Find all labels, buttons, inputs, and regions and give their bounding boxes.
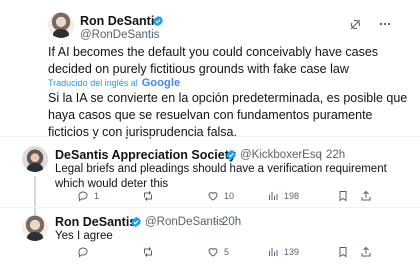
more-icon[interactable]: [377, 16, 393, 32]
tweet-text-original: If AI becomes the default you could conc…: [48, 45, 379, 76]
reply-text: Legal briefs and pleadings should have a…: [55, 163, 387, 190]
separator-dot: ·: [318, 149, 322, 161]
share-icon: [361, 246, 371, 257]
translation-note: Traducido del inglés al Google: [48, 77, 180, 89]
like-icon: [208, 192, 218, 201]
translation-label[interactable]: Traducido del inglés al: [48, 78, 138, 88]
repost-icon: [144, 191, 152, 201]
reply-icon: [78, 247, 88, 258]
like-count: 5: [224, 247, 230, 257]
share-button[interactable]: [360, 190, 372, 202]
share-button[interactable]: [360, 246, 372, 258]
reply-actions: 1 10 198: [55, 190, 395, 204]
bookmark-button[interactable]: [337, 190, 349, 202]
reply-timestamp[interactable]: 22h: [326, 149, 345, 161]
thread-line: [34, 176, 36, 218]
google-logo: Google: [141, 77, 181, 89]
views-count: 198: [284, 191, 300, 201]
reply-author-handle[interactable]: @RonDeSantis: [145, 216, 224, 228]
grok-icon[interactable]: [347, 16, 363, 32]
reply-button[interactable]: 1: [77, 190, 99, 202]
share-icon: [361, 190, 371, 201]
tweet-text-translated: Si la IA se convierte en la opción prede…: [48, 91, 408, 139]
author-handle[interactable]: @RonDeSantis: [80, 29, 159, 41]
views-icon: [269, 248, 278, 256]
views-count: 139: [284, 247, 300, 257]
reply-actions: 5 139: [55, 246, 395, 260]
views-button[interactable]: 198: [267, 190, 299, 202]
verified-badge-icon: [131, 216, 141, 228]
divider: [0, 207, 420, 208]
like-count: 10: [224, 191, 235, 201]
reply-count: 1: [94, 191, 100, 201]
reply-avatar[interactable]: [22, 215, 48, 241]
reply-author-handle[interactable]: @KickboxerEsq: [240, 149, 322, 161]
verified-badge-icon: [153, 15, 163, 27]
like-icon: [208, 248, 218, 257]
like-button[interactable]: 5: [207, 246, 229, 258]
like-button[interactable]: 10: [207, 190, 234, 202]
repost-button[interactable]: [142, 190, 159, 202]
reply-author-name[interactable]: DeSantis Appreciation Society: [55, 148, 236, 162]
verified-badge-icon: [226, 149, 236, 161]
bookmark-icon: [339, 191, 347, 202]
repost-icon: [144, 247, 152, 257]
author-avatar[interactable]: [48, 12, 74, 38]
reply-timestamp[interactable]: 20h: [222, 216, 241, 228]
author-name[interactable]: Ron DeSantis: [80, 14, 161, 28]
reply-avatar[interactable]: [22, 146, 48, 172]
bookmark-icon: [339, 247, 347, 258]
separator-dot: ·: [214, 216, 218, 228]
reply-author-name[interactable]: Ron DeSantis: [55, 215, 136, 229]
reply-text: Yes I agree: [55, 230, 113, 242]
reply-icon: [78, 191, 88, 202]
divider: [0, 136, 420, 137]
bookmark-button[interactable]: [337, 246, 349, 258]
views-button[interactable]: 139: [267, 246, 299, 258]
reply-button[interactable]: [77, 246, 94, 258]
views-icon: [269, 192, 278, 200]
repost-button[interactable]: [142, 246, 159, 258]
